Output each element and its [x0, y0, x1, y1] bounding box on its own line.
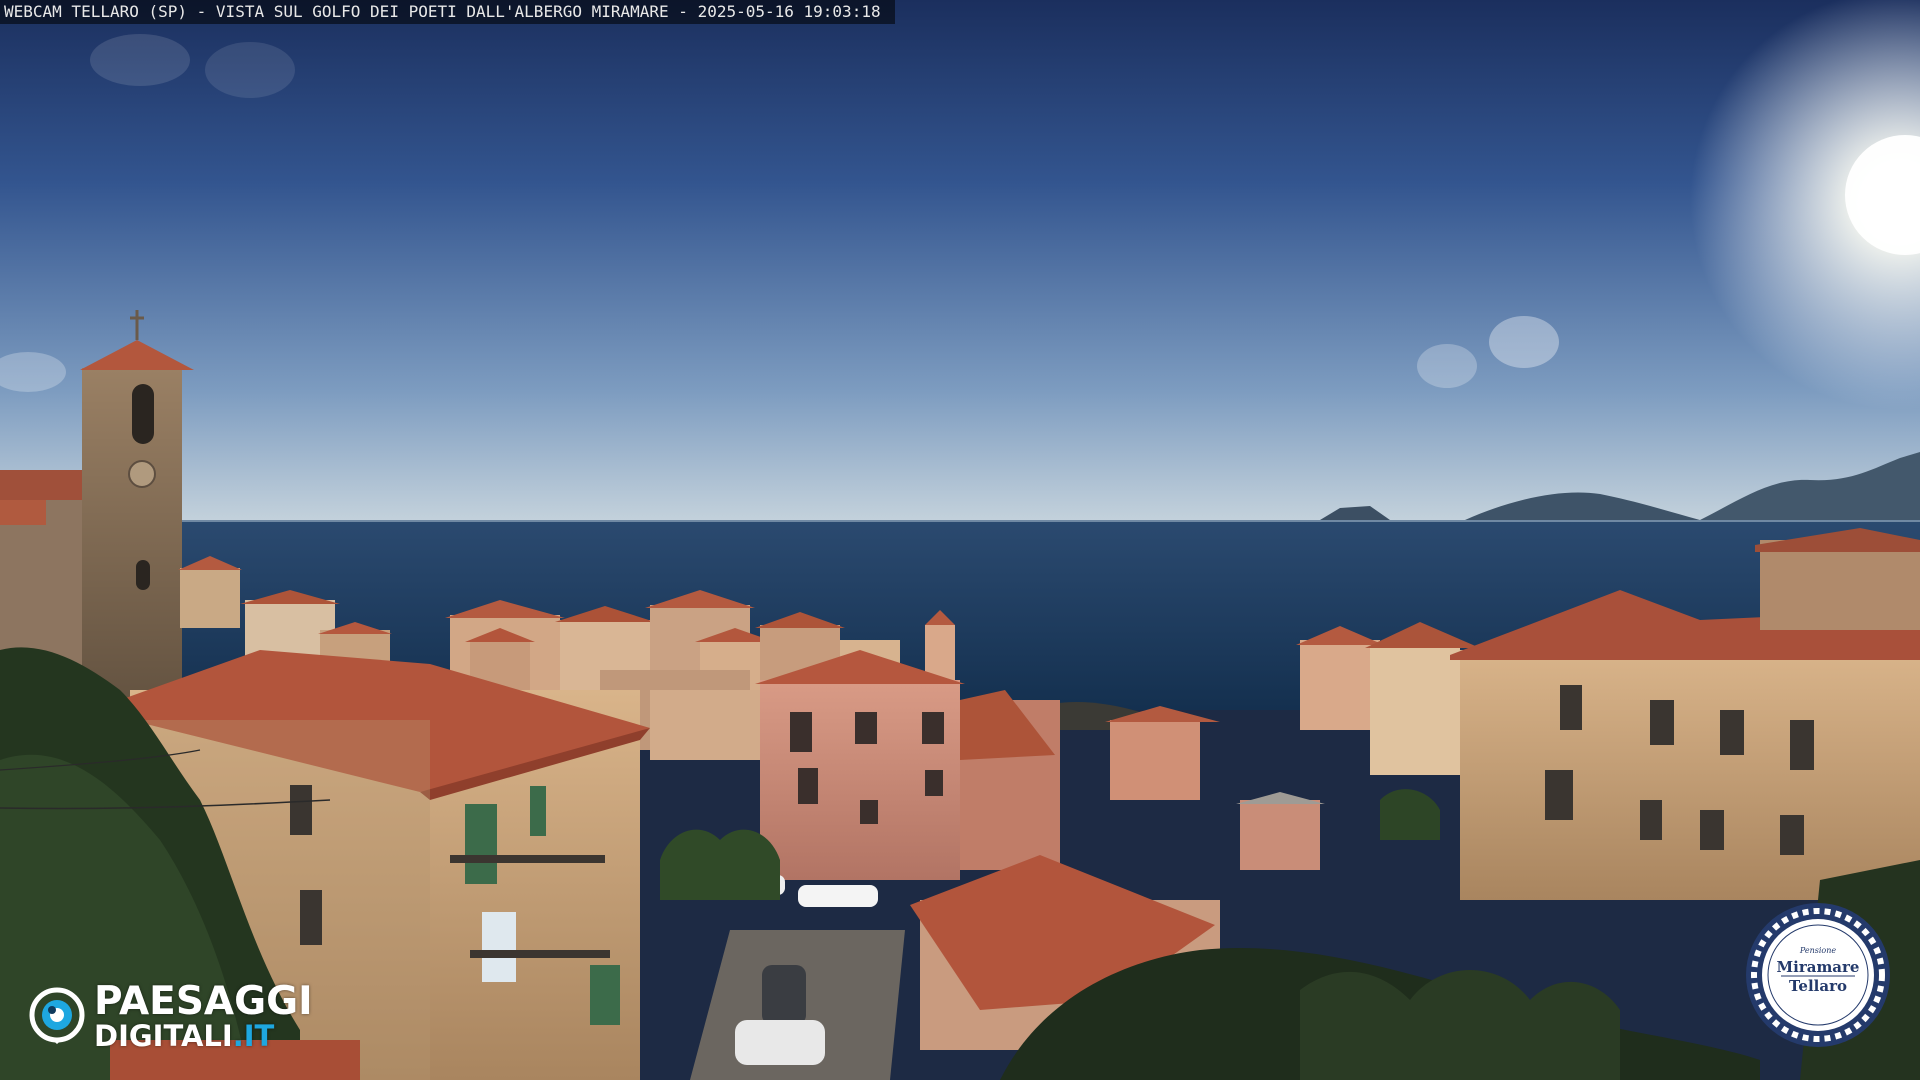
logo-word-digitali-main: DIGITALI: [94, 1019, 233, 1053]
webcam-caption: WEBCAM TELLARO (SP) - VISTA SUL GOLFO DE…: [0, 0, 895, 24]
paesaggi-digitali-logo: PAESAGGI DIGITALI.IT: [28, 982, 348, 1052]
badge-line-small: Pensione: [1799, 946, 1837, 955]
badge-line-tellaro: Tellaro: [1788, 977, 1847, 995]
logo-word-paesaggi: PAESAGGI: [94, 979, 313, 1024]
logo-word-digitali: DIGITALI.IT: [94, 1020, 274, 1052]
eye-icon: [29, 987, 85, 1044]
badge-line-miramare: Miramare: [1776, 958, 1860, 976]
webcam-scene: [0, 0, 1920, 1080]
logo-word-tld: .IT: [232, 1019, 275, 1053]
miramare-tellaro-badge: Pensione Miramare Tellaro: [1743, 900, 1893, 1050]
webcam-view: [0, 0, 1920, 1080]
